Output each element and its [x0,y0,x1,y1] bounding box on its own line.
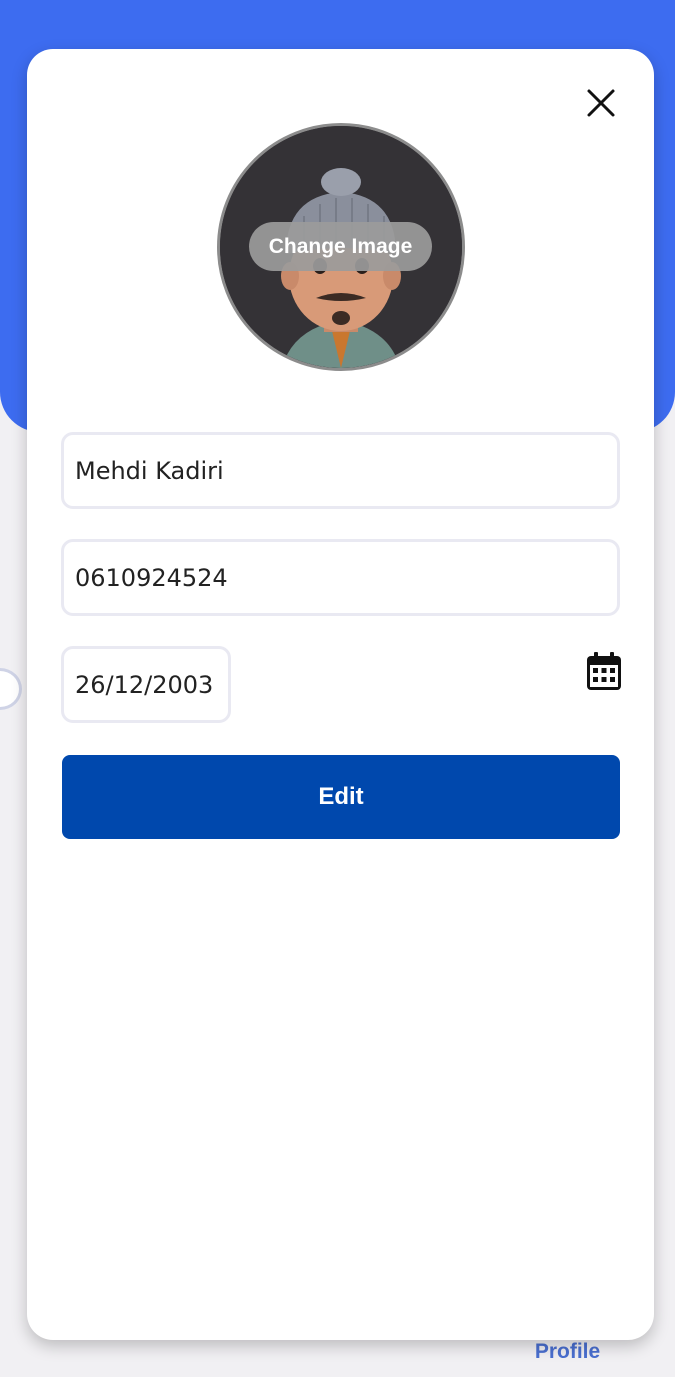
edit-button[interactable]: Edit [62,755,620,839]
edit-profile-modal: Change Image Edit [27,49,654,1340]
close-icon[interactable] [582,84,620,122]
birthdate-input[interactable] [61,646,231,723]
full-name-input[interactable] [61,432,620,509]
side-toggle-handle[interactable] [0,668,22,710]
change-image-button[interactable]: Change Image [249,222,432,271]
bottom-nav-profile-tab[interactable]: Profile [520,1340,615,1364]
phone-input[interactable] [61,539,620,616]
calendar-icon[interactable] [586,651,622,691]
